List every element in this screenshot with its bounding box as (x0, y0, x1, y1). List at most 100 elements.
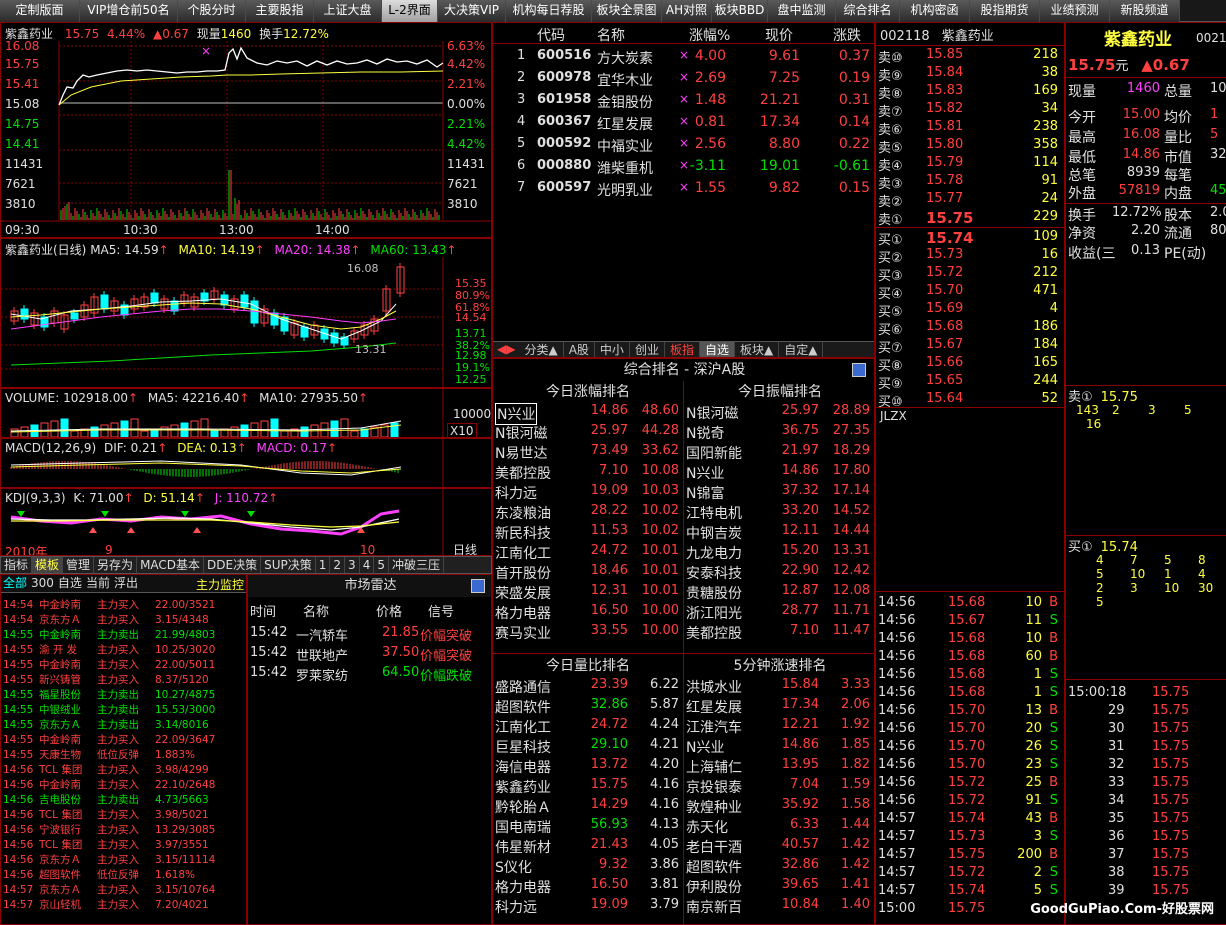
sell-level-price[interactable]: 15.78 (926, 173, 963, 188)
sell-level-price[interactable]: 15.75 (926, 209, 973, 227)
monitor-row[interactable]: 14:55 新兴铸管 主力买入 8.37/5120 (3, 672, 235, 687)
rank-stock[interactable]: N锦富 (686, 483, 724, 503)
tab-4[interactable]: 上证大盘 (314, 0, 382, 22)
rank-stock[interactable]: 科力远 (495, 897, 537, 917)
kdj-chart[interactable]: KDJ(9,3,3) K: 71.00↑ D: 51.14↑ J: 110.72… (0, 488, 492, 556)
watch-category-tab[interactable]: 分类▲ (519, 342, 564, 357)
monitor-tab[interactable]: 300 (29, 576, 56, 590)
rank-stock[interactable]: 赛马实业 (495, 623, 551, 643)
rank-stock[interactable]: 荣盛发展 (495, 583, 551, 603)
volume-scale-box[interactable]: X10 (447, 423, 477, 437)
rank-stock[interactable]: 南京新百 (686, 897, 742, 917)
rank-stock[interactable]: 巨星科技 (495, 737, 551, 757)
kline-chart[interactable]: 紫鑫药业(日线) MA5: 14.59↑ MA10: 14.19↑ MA20: … (0, 238, 492, 388)
watch-row[interactable]: 3 601958 金钼股份 × 1.48 21.21 0.31 (493, 92, 874, 114)
buy-level-price[interactable]: 15.69 (926, 301, 963, 316)
monitor-row[interactable]: 14:55 渝 开 发主力买入 10.25/3020 (3, 642, 235, 657)
indicator-tab[interactable]: 2 (330, 557, 346, 573)
monitor-tab[interactable]: 浮出 (112, 576, 140, 590)
monitor-row[interactable]: 14:56 京东方Ａ 主力买入 3.15/11114 (3, 852, 235, 867)
ranking-settings-icon[interactable] (852, 363, 866, 377)
watch-row[interactable]: 4 600367 红星发展 × 0.81 17.34 0.14 (493, 114, 874, 136)
monitor-row[interactable]: 14:55 中金岭南 主力卖出 21.99/4803 (3, 627, 235, 642)
radar-settings-icon[interactable] (471, 579, 485, 593)
monitor-row[interactable]: 14:55 天康生物 低位反弹 1.883% (3, 747, 235, 762)
rank-stock[interactable]: 江南化工 (495, 717, 551, 737)
sell-level-price[interactable]: 15.84 (926, 65, 963, 80)
rank-stock[interactable]: N兴业 (686, 463, 724, 483)
monitor-row[interactable]: 14:56 TCL 集团 主力买入 3.98/4299 (3, 762, 235, 777)
intraday-chart[interactable]: 紫鑫药业 15.75 4.44% ▲0.67 现量1460 换手12.72% ×… (0, 22, 492, 238)
rank-stock[interactable]: 江特电机 (686, 503, 742, 523)
rank-stock[interactable]: 紫鑫药业 (495, 777, 551, 797)
buy-level-price[interactable]: 15.70 (926, 283, 963, 298)
indicator-tab[interactable]: SUP决策 (261, 557, 316, 573)
sell-level-price[interactable]: 15.82 (926, 101, 963, 116)
indicator-tab[interactable]: 1 (316, 557, 331, 573)
buy-level-price[interactable]: 15.65 (926, 373, 963, 388)
indicator-tab[interactable]: 5 (374, 557, 389, 573)
rank-stock[interactable]: N锐奇 (686, 423, 724, 443)
tab-3[interactable]: 主要股指 (246, 0, 314, 22)
watch-row[interactable]: 1 600516 方大炭素 × 4.00 9.61 0.37 (493, 48, 874, 70)
rank-stock[interactable]: N兴业 (686, 737, 724, 757)
rank-stock[interactable]: N银河磁 (686, 403, 738, 423)
buy-level-price[interactable]: 15.68 (926, 319, 963, 334)
sell-level-price[interactable]: 15.85 (926, 47, 963, 62)
watch-category-tab[interactable]: 板指 (665, 342, 700, 357)
rank-stock[interactable]: 东凌粮油 (495, 503, 551, 523)
rank-stock[interactable]: 美都控股 (686, 623, 742, 643)
rank-stock[interactable]: 红星发展 (686, 697, 742, 717)
radar-stock[interactable]: 罗莱家纺 (296, 665, 348, 684)
monitor-row[interactable]: 14:55 中金岭南 主力买入 22.00/5011 (3, 657, 235, 672)
watch-category-tab[interactable]: 自定▲ (779, 342, 824, 357)
tab-8[interactable]: 板块全景图 (592, 0, 662, 22)
indicator-tab[interactable]: 3 (345, 557, 360, 573)
indicator-tab[interactable]: 管理 (63, 557, 95, 573)
period-label[interactable]: 日线 (453, 541, 477, 555)
monitor-row[interactable]: 14:56 中金岭南 主力买入 22.10/2648 (3, 777, 235, 792)
indicator-tab[interactable]: MACD基本 (137, 557, 205, 573)
watch-category-tab[interactable]: 自选 (699, 342, 735, 357)
tab-2[interactable]: 个股分时 (178, 0, 246, 22)
rank-stock[interactable]: 老白干酒 (686, 837, 742, 857)
tab-15[interactable]: 业绩预测 (1040, 0, 1110, 22)
watch-row[interactable]: 5 000592 中福实业 × 2.56 8.80 0.22 (493, 136, 874, 158)
watch-row[interactable]: 7 600597 光明乳业 × 1.55 9.82 0.15 (493, 180, 874, 202)
sell-level-price[interactable]: 15.79 (926, 155, 963, 170)
monitor-tab[interactable]: 当前 (84, 576, 112, 590)
rank-stock[interactable]: N易世达 (495, 443, 547, 463)
watch-category-tab[interactable]: 板块▲ (735, 342, 780, 357)
rank-stock[interactable]: 江南化工 (495, 543, 551, 563)
indicator-tab[interactable]: 指标 (1, 557, 33, 573)
indicator-tab[interactable]: 4 (360, 557, 375, 573)
macd-chart[interactable]: MACD(12,26,9) DIF: 0.21↑ DEA: 0.13↑ MACD… (0, 438, 492, 488)
monitor-row[interactable]: 14:57 京山轻机 主力买入 7.20/4021 (3, 897, 235, 912)
monitor-row[interactable]: 14:56 超图软件 低位反弹 1.618% (3, 867, 235, 882)
tab-14[interactable]: 股指期货 (970, 0, 1040, 22)
watch-category-tab[interactable]: A股 (564, 342, 595, 357)
buy-level-price[interactable]: 15.74 (926, 229, 973, 247)
rank-stock[interactable]: 超图软件 (495, 697, 551, 717)
rank-stock[interactable]: 国电南瑞 (495, 817, 551, 837)
rank-stock[interactable]: 安泰科技 (686, 563, 742, 583)
watch-col-header[interactable]: 涨幅% (689, 25, 730, 45)
rank-stock[interactable]: 海信电器 (495, 757, 551, 777)
tab-1[interactable]: VIP增仓前50名 (80, 0, 178, 22)
rank-stock[interactable]: 赤天化 (686, 817, 728, 837)
tab-5[interactable]: L-2界面 (382, 0, 438, 22)
rank-stock[interactable]: 格力电器 (495, 603, 551, 623)
monitor-row[interactable]: 14:56 吉电股份 主力卖出 4.73/5663 (3, 792, 235, 807)
rank-stock[interactable]: N兴业 (495, 403, 538, 425)
indicator-tab[interactable]: 另存为 (94, 557, 138, 573)
indicator-tab[interactable]: 模板 (32, 557, 64, 573)
indicator-tab[interactable]: DDE决策 (204, 557, 262, 573)
tab-13[interactable]: 机构密函 (900, 0, 970, 22)
buy-level-price[interactable]: 15.73 (926, 247, 963, 262)
watch-row[interactable]: 6 000880 潍柴重机 × -3.11 19.01 -0.61 (493, 158, 874, 180)
tab-7[interactable]: 机构每日荐股 (506, 0, 592, 22)
radar-stock[interactable]: 一汽轿车 (296, 625, 348, 644)
sell-level-price[interactable]: 15.77 (926, 191, 963, 206)
tab-9[interactable]: AH对照 (662, 0, 712, 22)
rank-stock[interactable]: 超图软件 (686, 857, 742, 877)
